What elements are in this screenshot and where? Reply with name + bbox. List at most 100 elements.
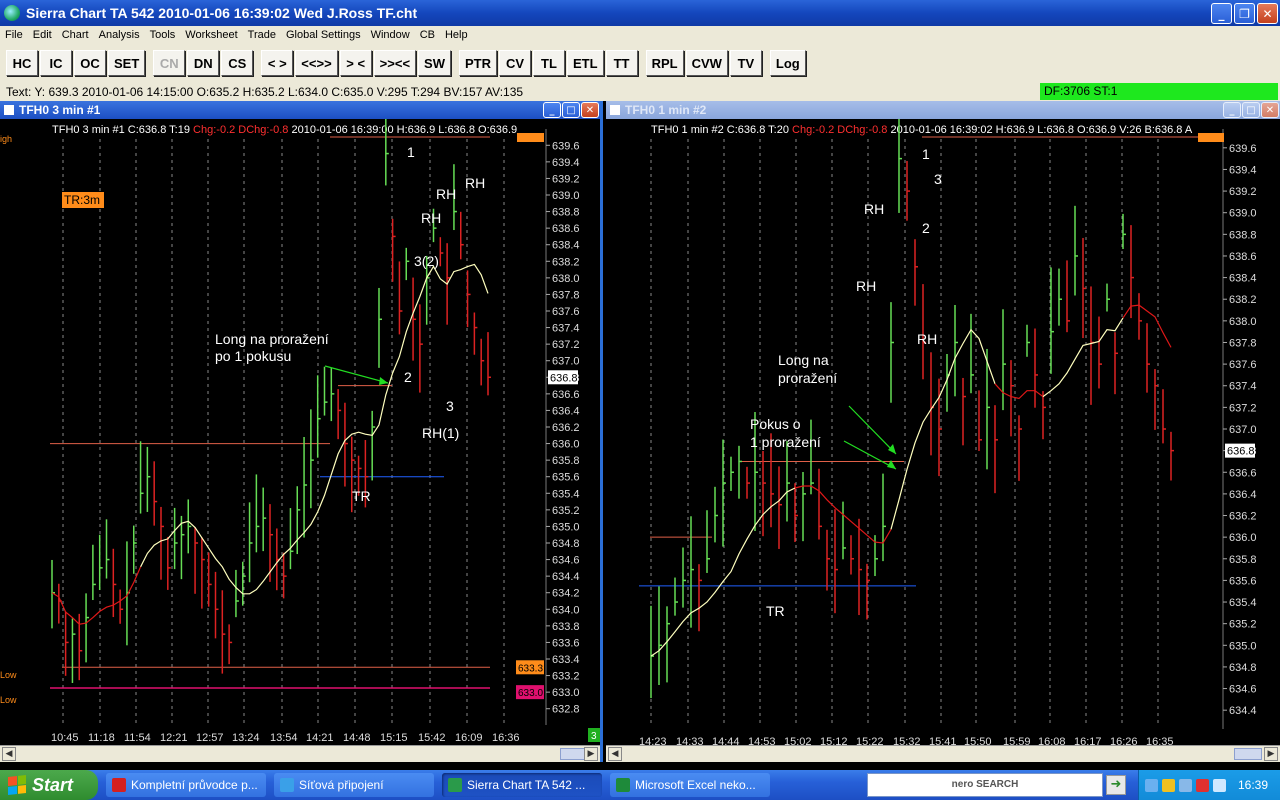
chart-minimize-button[interactable]: _ — [543, 102, 561, 118]
header-segment: TFH0 3 min #1 C:636.8 T:19 — [52, 124, 193, 136]
chart-annotation: Long na proražení — [215, 331, 329, 347]
taskbar-task[interactable]: Sierra Chart TA 542 ... — [442, 773, 602, 797]
price-tick-label: 639.2 — [1229, 186, 1257, 198]
toolbar-button-9[interactable]: > < — [339, 50, 372, 76]
chart-annotation: 3 — [446, 398, 454, 414]
menu-file[interactable]: File — [0, 29, 28, 41]
menu-edit[interactable]: Edit — [28, 29, 57, 41]
clock: 16:39 — [1238, 778, 1269, 792]
chart-window-3min[interactable]: TFH0 3 min #1 _ □ ✕ TFH0 3 min #1 C:636.… — [0, 101, 603, 762]
toolbar-button-18[interactable]: CVW — [685, 50, 728, 76]
price-tick-label: 633.0 — [552, 687, 580, 699]
toolbar-button-13[interactable]: CV — [499, 50, 531, 76]
annotation-arrowhead — [379, 377, 388, 385]
taskbar-tasks: Kompletní průvodce p... Síťová připojení S… — [98, 773, 770, 797]
close-button[interactable]: ✕ — [1257, 3, 1278, 24]
horizontal-scrollbar[interactable]: ◀ ▶ — [606, 745, 1280, 762]
price-tag — [517, 133, 544, 142]
search-go-arrow-icon[interactable]: ➜ — [1106, 775, 1126, 795]
toolbar-button-10[interactable]: >><< — [373, 50, 417, 76]
chart-annotation: 2 — [922, 220, 930, 236]
menu-tools[interactable]: Tools — [145, 29, 181, 41]
taskbar-task[interactable]: Kompletní průvodce p... — [106, 773, 266, 797]
price-tick-label: 639.6 — [1229, 143, 1257, 155]
price-chart-3min[interactable]: TFH0 3 min #1 C:636.8 T:19 Chg:-0.2 DChg… — [0, 119, 603, 745]
toolbar-button-5[interactable]: DN — [187, 50, 220, 76]
menu-chart[interactable]: Chart — [57, 29, 94, 41]
toolbar-button-6[interactable]: CS — [221, 50, 254, 76]
price-tick-label: 638.6 — [1229, 251, 1257, 263]
price-tick-label: 635.4 — [552, 488, 580, 500]
back-arrow-icon[interactable] — [1145, 778, 1158, 792]
window-titlebar[interactable]: Sierra Chart TA 542 2010-01-06 16:39:02 … — [0, 0, 1280, 26]
scroll-right-arrow-icon[interactable]: ▶ — [1264, 747, 1278, 761]
menu-analysis[interactable]: Analysis — [94, 29, 145, 41]
toolbar-button-20[interactable]: Log — [769, 50, 806, 76]
menu-trade[interactable]: Trade — [243, 29, 281, 41]
toolbar-button-1[interactable]: IC — [40, 50, 72, 76]
scroll-left-arrow-icon[interactable]: ◀ — [2, 747, 16, 761]
time-tick-label: 13:24 — [232, 732, 260, 744]
start-button[interactable]: Start — [0, 770, 98, 800]
toolbar-button-0[interactable]: HC — [6, 50, 38, 76]
volume-icon[interactable] — [1213, 778, 1226, 792]
price-chart-1min[interactable]: TFH0 1 min #2 C:636.8 T:20 Chg:-0.2 DChg… — [606, 119, 1280, 745]
time-tick-label: 16:26 — [1110, 736, 1138, 745]
current-price-label: 636.8 — [1227, 446, 1255, 458]
time-tick-label: 16:09 — [455, 732, 483, 744]
price-tick-label: 634.4 — [1229, 705, 1257, 717]
menu-cb[interactable]: CB — [415, 29, 440, 41]
network-icon[interactable] — [1179, 778, 1192, 792]
pdf-reader-icon[interactable] — [1196, 778, 1209, 792]
price-tick-label: 634.4 — [552, 571, 580, 583]
price-tick-label: 637.8 — [552, 289, 580, 301]
toolbar-button-14[interactable]: TL — [533, 50, 565, 76]
toolbar-button-17[interactable]: RPL — [645, 50, 684, 76]
chart-header: TFH0 1 min #2 C:636.8 T:20 Chg:-0.2 DChg… — [651, 124, 1193, 136]
chart-minimize-button[interactable]: _ — [1223, 102, 1241, 118]
toolbar-button-11[interactable]: SW — [418, 50, 451, 76]
menu-worksheet[interactable]: Worksheet — [180, 29, 242, 41]
menu-window[interactable]: Window — [366, 29, 415, 41]
menu-global-settings[interactable]: Global Settings — [281, 29, 366, 41]
time-tick-label: 14:33 — [676, 736, 704, 745]
scrollbar-thumb[interactable] — [1234, 748, 1262, 760]
toolbar-button-12[interactable]: PTR — [459, 50, 497, 76]
price-tick-label: 633.2 — [552, 671, 580, 683]
time-tick-label: 11:18 — [88, 732, 115, 744]
chart-maximize-button[interactable]: □ — [562, 102, 580, 118]
price-tick-label: 637.2 — [1229, 402, 1257, 414]
chart-close-button[interactable]: ✕ — [1261, 102, 1279, 118]
chart-annotation: 2 — [404, 369, 412, 385]
horizontal-scrollbar[interactable]: ◀ ▶ — [0, 745, 600, 762]
minimize-button[interactable]: _ — [1211, 3, 1232, 24]
chart-maximize-button[interactable]: □ — [1242, 102, 1260, 118]
restore-button[interactable]: ❐ — [1234, 3, 1255, 24]
nero-search-box[interactable]: nero SEARCH — [867, 773, 1103, 797]
chart-window-1min[interactable]: TFH0 1 min #2 _ □ ✕ TFH0 1 min #2 C:636.… — [606, 101, 1280, 762]
toolbar-button-3[interactable]: SET — [108, 50, 146, 76]
time-tick-label: 15:42 — [418, 732, 446, 744]
toolbar-button-15[interactable]: ETL — [567, 50, 604, 76]
scroll-left-arrow-icon[interactable]: ◀ — [608, 747, 622, 761]
toolbar-button-8[interactable]: <<>> — [295, 50, 338, 76]
toolbar-button-2[interactable]: OC — [74, 50, 106, 76]
scroll-right-arrow-icon[interactable]: ▶ — [584, 747, 598, 761]
toolbar-button-16[interactable]: TT — [605, 50, 638, 76]
header-segment: 2010-01-06 16:39:02 H:636.9 L:636.8 O:63… — [890, 124, 1192, 136]
taskbar-task[interactable]: Microsoft Excel neko... — [610, 773, 770, 797]
menu-help[interactable]: Help — [440, 29, 473, 41]
chart-window-titlebar[interactable]: TFH0 1 min #2 _ □ ✕ — [606, 101, 1280, 119]
time-tick-label: 14:48 — [343, 732, 371, 744]
toolbar-button-7[interactable]: < > — [261, 50, 294, 76]
toolbar-button-4[interactable]: CN — [153, 50, 186, 76]
task-app-icon — [280, 778, 294, 792]
price-tick-label: 639.4 — [552, 157, 580, 169]
toolbar-button-19[interactable]: TV — [729, 50, 762, 76]
security-shield-icon[interactable] — [1162, 778, 1175, 792]
time-tick-label: 16:08 — [1038, 736, 1066, 745]
chart-window-titlebar[interactable]: TFH0 3 min #1 _ □ ✕ — [0, 101, 600, 119]
price-tick-label: 638.2 — [1229, 294, 1257, 306]
chart-close-button[interactable]: ✕ — [581, 102, 599, 118]
taskbar-task[interactable]: Síťová připojení — [274, 773, 434, 797]
